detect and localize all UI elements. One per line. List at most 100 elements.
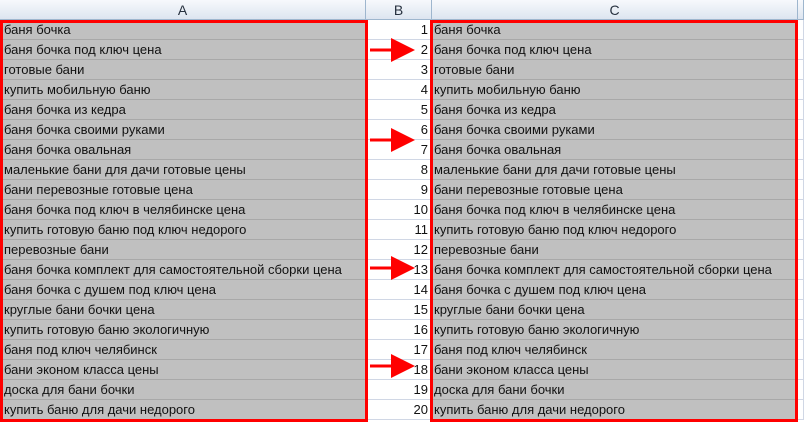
table-row: готовые бани 3 готовые бани: [0, 60, 804, 80]
cell-grid: баня бочка 1 баня бочка баня бочка под ключ…: [0, 20, 804, 420]
cell-b[interactable]: 11: [366, 220, 432, 240]
cell-b[interactable]: 4: [366, 80, 432, 100]
cell-c[interactable]: бани эконом класса цены: [432, 360, 798, 380]
cell-a[interactable]: баня бочка своими руками: [0, 120, 366, 140]
cell-d[interactable]: [798, 340, 804, 360]
table-row: баня бочка комплект для самостоятельной …: [0, 260, 804, 280]
cell-d[interactable]: [798, 260, 804, 280]
cell-d[interactable]: [798, 60, 804, 80]
cell-c[interactable]: баня бочка под ключ цена: [432, 40, 798, 60]
table-row: баня бочка под ключ в челябинске цена 10 б…: [0, 200, 804, 220]
cell-b[interactable]: 15: [366, 300, 432, 320]
cell-c[interactable]: готовые бани: [432, 60, 798, 80]
cell-b[interactable]: 20: [366, 400, 432, 420]
cell-a[interactable]: купить готовую баню под ключ недорого: [0, 220, 366, 240]
cell-b[interactable]: 10: [366, 200, 432, 220]
cell-d[interactable]: [798, 20, 804, 40]
cell-d[interactable]: [798, 320, 804, 340]
cell-a[interactable]: купить готовую баню экологичную: [0, 320, 366, 340]
cell-c[interactable]: круглые бани бочки цена: [432, 300, 798, 320]
cell-a[interactable]: баня бочка овальная: [0, 140, 366, 160]
cell-d[interactable]: [798, 380, 804, 400]
table-row: круглые бани бочки цена 15 круглые бани бо…: [0, 300, 804, 320]
cell-c[interactable]: баня бочка под ключ в челябинске цена: [432, 200, 798, 220]
cell-d[interactable]: [798, 40, 804, 60]
cell-b[interactable]: 18: [366, 360, 432, 380]
cell-d[interactable]: [798, 120, 804, 140]
cell-a[interactable]: бани перевозные готовые цена: [0, 180, 366, 200]
table-row: купить готовую баню под ключ недорого 11 к…: [0, 220, 804, 240]
cell-b[interactable]: 14: [366, 280, 432, 300]
cell-d[interactable]: [798, 220, 804, 240]
cell-c[interactable]: перевозные бани: [432, 240, 798, 260]
cell-b[interactable]: 16: [366, 320, 432, 340]
cell-d[interactable]: [798, 100, 804, 120]
cell-b[interactable]: 5: [366, 100, 432, 120]
cell-a[interactable]: доска для бани бочки: [0, 380, 366, 400]
column-header-d-partial[interactable]: [798, 0, 804, 20]
table-row: баня бочка под ключ цена 2 баня бочка под …: [0, 40, 804, 60]
cell-a[interactable]: баня бочка комплект для самостоятельной …: [0, 260, 366, 280]
cell-d[interactable]: [798, 240, 804, 260]
cell-c[interactable]: баня бочка: [432, 20, 798, 40]
cell-a[interactable]: купить баню для дачи недорого: [0, 400, 366, 420]
cell-c[interactable]: баня под ключ челябинск: [432, 340, 798, 360]
cell-b[interactable]: 19: [366, 380, 432, 400]
cell-c[interactable]: баня бочка своими руками: [432, 120, 798, 140]
cell-a[interactable]: купить мобильную баню: [0, 80, 366, 100]
column-header-row: A B C: [0, 0, 804, 20]
cell-d[interactable]: [798, 80, 804, 100]
cell-c[interactable]: купить готовую баню под ключ недорого: [432, 220, 798, 240]
cell-c[interactable]: бани перевозные готовые цена: [432, 180, 798, 200]
cell-b[interactable]: 17: [366, 340, 432, 360]
cell-c[interactable]: баня бочка овальная: [432, 140, 798, 160]
table-row: бани перевозные готовые цена 9 бани перево…: [0, 180, 804, 200]
cell-d[interactable]: [798, 280, 804, 300]
cell-a[interactable]: маленькие бани для дачи готовые цены: [0, 160, 366, 180]
cell-a[interactable]: баня бочка из кедра: [0, 100, 366, 120]
cell-d[interactable]: [798, 300, 804, 320]
column-header-b[interactable]: B: [366, 0, 432, 20]
cell-c[interactable]: маленькие бани для дачи готовые цены: [432, 160, 798, 180]
cell-c[interactable]: баня бочка комплект для самостоятельной …: [432, 260, 798, 280]
cell-d[interactable]: [798, 200, 804, 220]
cell-c[interactable]: баня бочка из кедра: [432, 100, 798, 120]
cell-d[interactable]: [798, 180, 804, 200]
cell-b[interactable]: 7: [366, 140, 432, 160]
cell-a[interactable]: баня под ключ челябинск: [0, 340, 366, 360]
table-row: маленькие бани для дачи готовые цены 8 мал…: [0, 160, 804, 180]
cell-a[interactable]: баня бочка: [0, 20, 366, 40]
cell-a[interactable]: перевозные бани: [0, 240, 366, 260]
cell-b[interactable]: 9: [366, 180, 432, 200]
cell-d[interactable]: [798, 360, 804, 380]
cell-a[interactable]: круглые бани бочки цена: [0, 300, 366, 320]
cell-c[interactable]: купить мобильную баню: [432, 80, 798, 100]
cell-a[interactable]: готовые бани: [0, 60, 366, 80]
table-row: баня бочка 1 баня бочка: [0, 20, 804, 40]
cell-a[interactable]: баня бочка под ключ в челябинске цена: [0, 200, 366, 220]
cell-b[interactable]: 6: [366, 120, 432, 140]
cell-a[interactable]: бани эконом класса цены: [0, 360, 366, 380]
table-row: бани эконом класса цены 18 бани эконом кла…: [0, 360, 804, 380]
cell-d[interactable]: [798, 140, 804, 160]
cell-b[interactable]: 1: [366, 20, 432, 40]
cell-a[interactable]: баня бочка с душем под ключ цена: [0, 280, 366, 300]
table-row: баня бочка овальная 7 баня бочка овальная: [0, 140, 804, 160]
cell-c[interactable]: купить готовую баню экологичную: [432, 320, 798, 340]
column-header-a[interactable]: A: [0, 0, 366, 20]
cell-b[interactable]: 12: [366, 240, 432, 260]
table-row: купить мобильную баню 4 купить мобильную б…: [0, 80, 804, 100]
spreadsheet: A B C баня бочка 1 баня бочка баня бочка по…: [0, 0, 804, 426]
table-row: баня бочка с душем под ключ цена 14 баня б…: [0, 280, 804, 300]
cell-d[interactable]: [798, 400, 804, 420]
cell-b[interactable]: 2: [366, 40, 432, 60]
cell-b[interactable]: 3: [366, 60, 432, 80]
column-header-c[interactable]: C: [432, 0, 798, 20]
cell-a[interactable]: баня бочка под ключ цена: [0, 40, 366, 60]
cell-c[interactable]: доска для бани бочки: [432, 380, 798, 400]
cell-d[interactable]: [798, 160, 804, 180]
cell-b[interactable]: 8: [366, 160, 432, 180]
cell-c[interactable]: купить баню для дачи недорого: [432, 400, 798, 420]
cell-b[interactable]: 13: [366, 260, 432, 280]
cell-c[interactable]: баня бочка с душем под ключ цена: [432, 280, 798, 300]
